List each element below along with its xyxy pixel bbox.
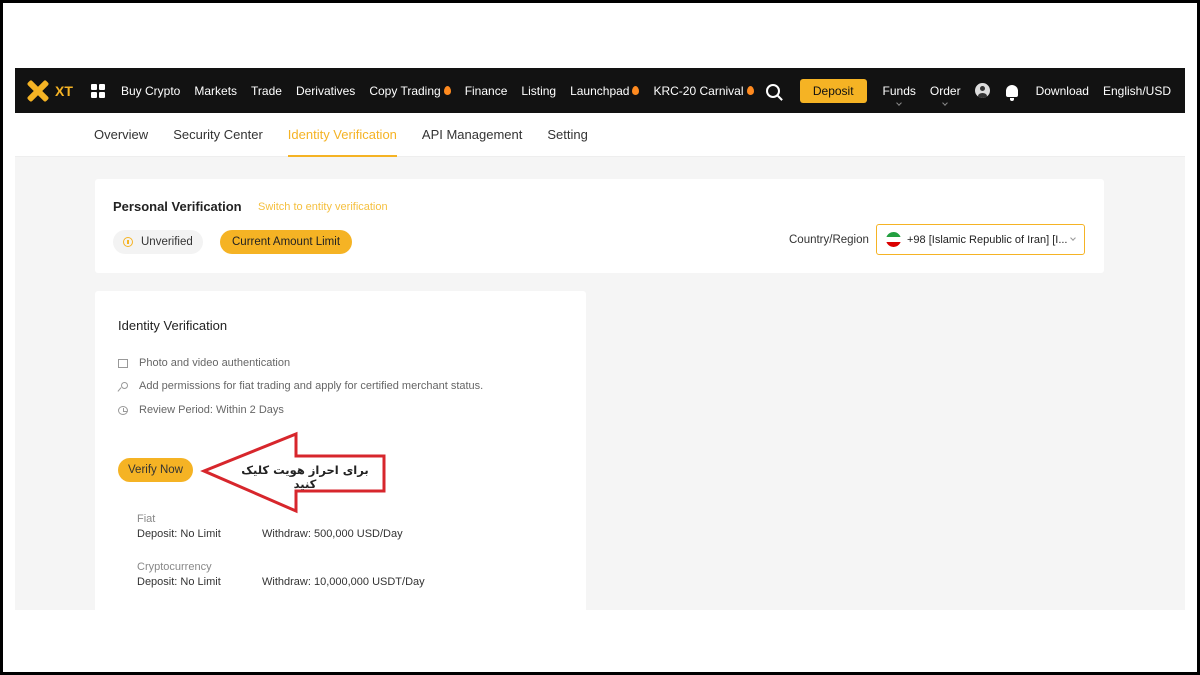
annotation-text: برای احراز هویت کلیک کنید [241, 463, 369, 491]
status-text: Unverified [141, 236, 193, 248]
nav-finance[interactable]: Finance [465, 84, 508, 98]
crypto-withdraw: Withdraw: 10,000,000 USDT/Day [262, 576, 425, 588]
funds-label: Funds [882, 83, 916, 98]
nav-buy-crypto[interactable]: Buy Crypto [121, 84, 180, 98]
top-navbar: XT Buy Crypto Markets Trade Derivatives … [15, 68, 1185, 113]
annotation-arrow: برای احراز هویت کلیک کنید [200, 431, 390, 517]
user-avatar-icon[interactable] [974, 83, 990, 98]
tab-setting[interactable]: Setting [547, 113, 587, 157]
crypto-deposit: Deposit: No Limit [137, 576, 221, 588]
nav-order[interactable]: Order [929, 83, 961, 106]
xt-logo-icon [26, 79, 50, 102]
feature-item: Photo and video authentication [118, 357, 290, 369]
nav-listing[interactable]: Listing [521, 84, 556, 98]
nav-launchpad-label: Launchpad [570, 83, 630, 98]
status-icon [123, 237, 133, 247]
chevron-down-icon [896, 99, 903, 106]
nav-language-currency[interactable]: English/USD [1103, 84, 1171, 98]
tab-identity-verification[interactable]: Identity Verification [287, 113, 398, 157]
iran-flag-icon [886, 232, 901, 247]
fiat-deposit: Deposit: No Limit [137, 528, 221, 540]
feature-text: Photo and video authentication [139, 357, 291, 369]
logo-text: XT [55, 82, 73, 99]
country-region-label: Country/Region [789, 234, 869, 246]
feature-item: Review Period: Within 2 Days [118, 404, 284, 416]
nav-download[interactable]: Download [1036, 84, 1089, 98]
crypto-label: Cryptocurrency [137, 561, 212, 573]
account-tabs: Overview Security Center Identity Verifi… [15, 113, 1185, 157]
nav-krc20-label: KRC-20 Carnival [653, 83, 744, 98]
deposit-button[interactable]: Deposit [799, 78, 867, 103]
tab-api-management[interactable]: API Management [422, 113, 522, 157]
image-icon [118, 358, 128, 368]
nav-copy-trading-label: Copy Trading [369, 83, 441, 98]
fiat-withdraw: Withdraw: 500,000 USD/Day [262, 528, 403, 540]
search-icon[interactable] [765, 83, 780, 98]
apps-grid-icon[interactable] [91, 83, 105, 98]
personal-verification-title: Personal Verification [113, 199, 242, 214]
feature-text: Review Period: Within 2 Days [139, 404, 284, 416]
identity-verification-title: Identity Verification [118, 318, 228, 333]
chevron-down-icon [1070, 235, 1076, 241]
clock-icon [118, 405, 128, 415]
switch-entity-link[interactable]: Switch to entity verification [258, 201, 388, 213]
xt-logo[interactable]: XT [26, 79, 79, 102]
status-badge: Unverified [113, 230, 203, 254]
bell-icon[interactable] [1005, 84, 1018, 101]
nav-launchpad[interactable]: Launchpad [570, 83, 640, 98]
feature-text: Add permissions for fiat trading and app… [139, 380, 484, 392]
country-value: +98 [Islamic Republic of Iran] [I... [907, 233, 1068, 246]
tab-security-center[interactable]: Security Center [173, 113, 263, 157]
fiat-label: Fiat [137, 513, 156, 525]
nav-funds[interactable]: Funds [882, 83, 916, 106]
tab-overview[interactable]: Overview [94, 113, 148, 157]
nav-derivatives[interactable]: Derivatives [296, 84, 355, 98]
fire-icon [632, 86, 640, 95]
current-amount-limit-button[interactable]: Current Amount Limit [220, 230, 353, 254]
nav-right-group: Deposit Funds Order Download English/USD [765, 68, 1185, 113]
nav-krc20-carnival[interactable]: KRC-20 Carnival [653, 83, 754, 98]
nav-copy-trading[interactable]: Copy Trading [369, 83, 451, 98]
personal-verification-card: Personal Verification Switch to entity v… [95, 179, 1104, 273]
order-label: Order [929, 83, 961, 98]
key-icon [118, 381, 128, 391]
nav-trade[interactable]: Trade [251, 84, 282, 98]
fire-icon [746, 86, 754, 95]
nav-markets[interactable]: Markets [194, 84, 237, 98]
fire-icon [443, 86, 451, 95]
country-region-select[interactable]: +98 [Islamic Republic of Iran] [I... [876, 224, 1085, 255]
chevron-down-icon [942, 99, 949, 106]
feature-item: Add permissions for fiat trading and app… [118, 380, 483, 392]
verify-now-button[interactable]: Verify Now [118, 458, 193, 482]
